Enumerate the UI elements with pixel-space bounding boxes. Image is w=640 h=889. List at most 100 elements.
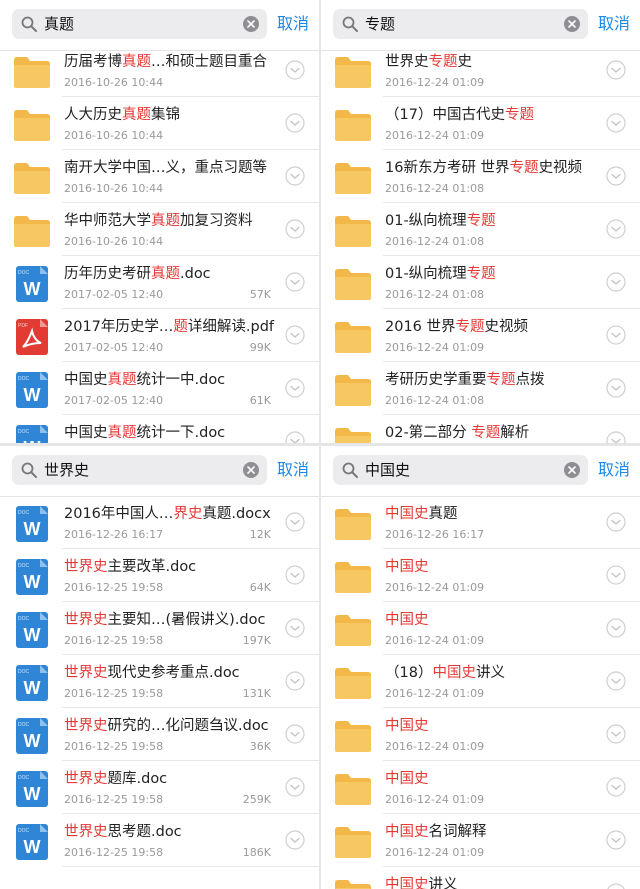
file-row[interactable]: 中国史 2016-12-24 01:09 [321,549,640,602]
file-row[interactable]: 16新东方考研 世界专题史视频 2016-12-24 01:08 [321,150,640,203]
chevron-down-icon[interactable] [285,60,305,80]
cancel-button[interactable]: 取消 [277,14,309,34]
search-query[interactable]: 世界史 [44,461,89,479]
file-date: 2016-12-25 19:58 [64,687,164,700]
file-row[interactable]: 中国史 2016-12-24 01:09 [321,761,640,814]
file-row[interactable]: DOCW中国史真题统计一下.doc2017-02-05 12:4088K [0,415,319,443]
file-row[interactable]: （18）中国史讲义 2016-12-24 01:09 [321,655,640,708]
chevron-down-icon[interactable] [285,219,305,239]
chevron-down-icon[interactable] [285,272,305,292]
chevron-down-icon[interactable] [285,325,305,345]
file-row[interactable]: PDF 2017年历史学…题详细解读.pdf 2017-02-05 12:40 99K [0,309,319,362]
clear-search-icon[interactable] [564,462,580,478]
chevron-down-icon[interactable] [606,883,626,889]
search-query[interactable]: 真题 [44,15,74,33]
cancel-button[interactable]: 取消 [277,460,309,480]
file-row[interactable]: DOC W 世界史主要知…(暑假讲义).doc 2016-12-25 19:58 197… [0,602,319,655]
chevron-down-icon[interactable] [285,378,305,398]
file-name-match: 真题 [122,54,151,70]
svg-text:DOC: DOC [18,669,30,675]
file-row[interactable]: 考研历史学重要专题点拨 2016-12-24 01:08 [321,362,640,415]
chevron-down-icon[interactable] [285,166,305,186]
chevron-down-icon[interactable] [285,431,305,443]
svg-text:W: W [24,625,41,645]
file-size: 197K [242,634,271,647]
clear-search-icon[interactable] [243,16,259,32]
clear-search-icon[interactable] [243,462,259,478]
file-row[interactable]: DOC W 中国史真题统计一中.doc 2017-02-05 12:40 61K [0,362,319,415]
chevron-down-icon[interactable] [285,512,305,532]
file-row[interactable]: DOC W 世界史研究的…化问题刍议.doc 2016-12-25 19:58 36K [0,708,319,761]
file-name: 人大历史真题集锦 [64,106,180,124]
chevron-down-icon[interactable] [606,724,626,744]
file-name: 中国史 [385,611,429,629]
file-row[interactable]: 南开大学中国…义，重点习题等 2016-10-26 10:44 [0,150,319,203]
chevron-down-icon[interactable] [606,512,626,532]
svg-text:W: W [24,519,41,539]
file-name: 世界史研究的…化问题刍议.doc [64,717,269,735]
file-row[interactable]: 华中师范大学真题加复习资料 2016-10-26 10:44 [0,203,319,256]
search-query[interactable]: 专题 [365,15,395,33]
chevron-down-icon[interactable] [606,777,626,797]
chevron-down-icon[interactable] [606,113,626,133]
chevron-down-icon[interactable] [285,777,305,797]
file-size: 186K [242,846,271,859]
file-row[interactable]: 中国史真题 2016-12-26 16:17 [321,496,640,549]
search-input[interactable]: 专题 [333,9,588,39]
chevron-down-icon[interactable] [606,60,626,80]
file-row[interactable]: 中国史 2016-12-24 01:09 [321,708,640,761]
search-input[interactable]: 真题 [12,9,267,39]
chevron-down-icon[interactable] [606,325,626,345]
search-input[interactable]: 世界史 [12,455,267,485]
file-row[interactable]: 01-纵向梳理专题 2016-12-24 01:08 [321,256,640,309]
file-date: 2016-12-25 19:58 [64,581,164,594]
file-row[interactable]: 02-第二部分 专题解析2016-12-24 01:08 [321,415,640,443]
word-file-icon: DOC W [12,266,52,302]
file-row[interactable]: 历届考博真题…和硕士题目重合 2016-10-26 10:44 [0,44,319,97]
file-row[interactable]: DOC W 2016年中国人…界史真题.docx 2016-12-26 16:17 12… [0,496,319,549]
file-row[interactable]: 中国史 2016-12-24 01:09 [321,602,640,655]
chevron-down-icon[interactable] [606,219,626,239]
chevron-down-icon[interactable] [285,113,305,133]
chevron-down-icon[interactable] [606,618,626,638]
search-query[interactable]: 中国史 [365,461,410,479]
file-row[interactable]: （17）中国古代史专题 2016-12-24 01:09 [321,97,640,150]
chevron-down-icon[interactable] [606,565,626,585]
chevron-down-icon[interactable] [606,671,626,691]
chevron-down-icon[interactable] [285,565,305,585]
chevron-down-icon[interactable] [606,830,626,850]
clear-search-icon[interactable] [564,16,580,32]
file-row[interactable]: DOC W 世界史题库.doc 2016-12-25 19:58 259K [0,761,319,814]
file-name: 南开大学中国…义，重点习题等 [64,159,267,177]
file-row[interactable]: 中国史名词解释 2016-12-24 01:09 [321,814,640,867]
chevron-down-icon[interactable] [285,618,305,638]
search-input[interactable]: 中国史 [333,455,588,485]
cancel-button[interactable]: 取消 [598,14,630,34]
file-row[interactable]: DOC W 世界史现代史参考重点.doc 2016-12-25 19:58 131K [0,655,319,708]
file-row[interactable]: 人大历史真题集锦 2016-10-26 10:44 [0,97,319,150]
file-row[interactable]: DOC W 历年历史考研真题.doc 2017-02-05 12:40 57K [0,256,319,309]
chevron-down-icon[interactable] [606,272,626,292]
file-row[interactable]: 2016 世界专题史视频 2016-12-24 01:09 [321,309,640,362]
chevron-down-icon[interactable] [285,724,305,744]
chevron-down-icon[interactable] [606,378,626,398]
file-name-suffix: 主要改革.doc [107,559,197,575]
file-date: 2016-10-26 10:44 [64,129,164,142]
chevron-down-icon[interactable] [285,671,305,691]
file-date: 2016-10-26 10:44 [64,76,164,89]
file-row[interactable]: 世界史专题史 2016-12-24 01:09 [321,44,640,97]
file-row[interactable]: 中国史讲义2016-12-24 01:09 [321,867,640,889]
file-row[interactable]: DOC W 世界史主要改革.doc 2016-12-25 19:58 64K [0,549,319,602]
cancel-button[interactable]: 取消 [598,460,630,480]
file-row[interactable]: 01-纵向梳理专题 2016-12-24 01:08 [321,203,640,256]
word-file-icon: DOC W [12,612,52,648]
chevron-down-icon[interactable] [606,431,626,443]
folder-icon [333,824,373,860]
chevron-down-icon[interactable] [606,166,626,186]
file-row[interactable]: DOC W 世界史思考题.doc 2016-12-25 19:58 186K [0,814,319,867]
chevron-down-icon[interactable] [285,830,305,850]
svg-text:DOC: DOC [18,563,30,569]
file-name-match: 题 [173,319,188,335]
file-date: 2016-12-24 01:09 [385,793,485,806]
file-name-match: 中国史 [385,718,429,734]
